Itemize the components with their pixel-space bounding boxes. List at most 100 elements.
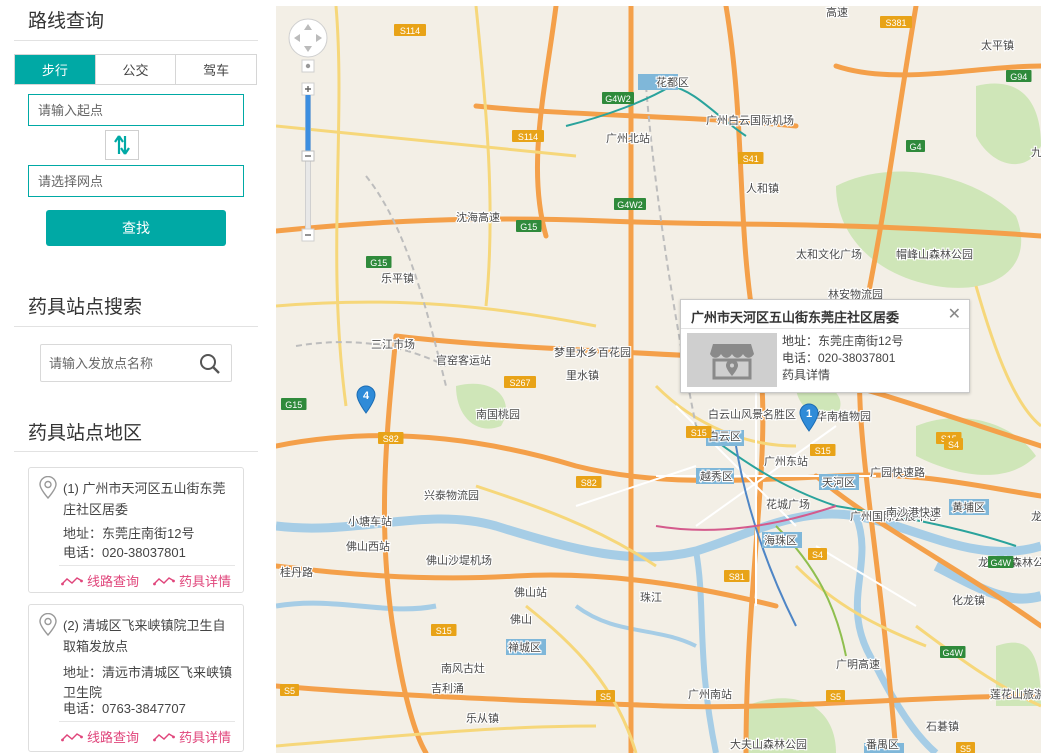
map-place-label: 南风古灶 [441,662,485,675]
highway-shield: G4 [906,140,925,152]
map-place-label: 龙 [1031,510,1041,523]
tab-drive[interactable]: 驾车 [176,55,256,84]
detail-link-label: 药具详情 [179,574,232,589]
map-place-label: 广州白云国际机场 [706,113,794,127]
storefront-icon [710,344,754,380]
svg-text:G15: G15 [370,258,387,268]
highway-shield: S82 [378,432,404,444]
end-input[interactable] [28,165,244,197]
divider [14,40,258,41]
highway-shield: G4W2 [614,198,646,210]
map-place-label: 石碁镇 [926,719,959,733]
map-place-label: 化龙镇 [952,593,985,607]
highway-shield: S267 [504,376,536,388]
divider [14,326,258,327]
map-place-label: 高速 [826,6,848,19]
highway-shield: S5 [280,684,299,696]
detail-link[interactable]: 药具详情 [153,727,231,746]
svg-text:S5: S5 [830,692,841,702]
map-place-label: 花城广场 [766,497,810,511]
svg-text:S15: S15 [691,428,707,438]
map-place-label: 白云区 [708,429,741,443]
route-icon [61,732,83,741]
station-card[interactable]: (2) 清城区飞来峡镇院卫生自取箱发放点 地址：清远市清城区飞来峡镇卫生院 电话… [28,604,244,752]
search-icon[interactable] [199,353,221,375]
svg-text:G4W2: G4W2 [605,94,631,104]
route-icon [153,732,175,741]
map-place-label: 珠江 [640,590,662,604]
svg-text:S381: S381 [885,18,906,28]
map-place-label: 桂丹路 [280,565,313,579]
map-place-label: 三江市场 [371,337,415,351]
station-card-address: 地址：东莞庄南街12号 [63,526,195,541]
start-input[interactable] [28,94,244,126]
map-place-label: 佛山沙堤机场 [426,553,492,567]
map-place-label: 佛山站 [514,585,547,599]
route-query-link[interactable]: 线路查询 [61,571,139,590]
location-pin-icon [39,613,57,637]
svg-text:G15: G15 [520,222,537,232]
highway-shield: S5 [826,690,845,702]
find-button[interactable]: 查找 [46,210,226,246]
station-search-title: 药具站点搜索 [28,297,143,318]
station-image [687,333,777,387]
highway-shield: S4 [808,548,827,560]
zoom-control [288,18,328,253]
highway-shield: G4W [940,646,966,658]
svg-text:S4: S4 [948,440,959,450]
station-card-links: 线路查询 药具详情 [61,727,231,746]
svg-text:S41: S41 [743,154,759,164]
map-place-label: 莲花山旅游区 [990,687,1041,701]
highway-shield: S15 [810,444,836,456]
popup-title: 广州市天河区五山街东莞庄社区居委 [691,310,900,325]
tab-bus[interactable]: 公交 [96,55,177,84]
popup-info: 地址：东莞庄南街12号 电话：020-38037801 药具详情 [782,333,903,384]
svg-text:G15: G15 [285,400,302,410]
station-card-title: (1) 广州市天河区五山街东莞庄社区居委 [63,481,226,517]
detail-link[interactable]: 药具详情 [153,571,231,590]
map-place-label: 佛山西站 [346,539,390,553]
map-place-label: 乐从镇 [466,711,499,725]
station-search-input[interactable] [41,345,207,381]
svg-text:S15: S15 [436,626,452,636]
highway-shield: G15 [281,398,307,410]
svg-text:S5: S5 [600,692,611,702]
highway-shield: S114 [512,130,544,142]
map-place-label: 吉利涌 [431,682,464,695]
svg-text:G4: G4 [909,142,921,152]
close-icon[interactable]: ✕ [948,304,961,324]
highway-shield: S381 [880,16,912,28]
station-card-title: (2) 清城区飞来峡镇院卫生自取箱发放点 [63,618,226,654]
route-query-link[interactable]: 线路查询 [61,727,139,746]
station-card-phone: 电话：0763-3847707 [63,701,186,716]
svg-text:G4W2: G4W2 [617,200,643,210]
divider [59,721,235,722]
swap-button[interactable] [105,130,139,160]
svg-text:S5: S5 [284,686,295,696]
station-search-box [40,344,232,382]
map-marker-1[interactable]: 1 [798,402,820,432]
popup-detail-link[interactable]: 药具详情 [782,367,903,384]
svg-text:G4W: G4W [990,558,1011,568]
map-place-label: 小塘车站 [348,514,392,528]
tab-walk[interactable]: 步行 [15,55,96,84]
map-marker-4[interactable]: 4 [355,384,377,414]
svg-text:S81: S81 [729,572,745,582]
location-pin-icon [39,476,57,500]
map-place-label: 天河区 [822,476,855,489]
station-region-title: 药具站点地区 [28,423,143,444]
svg-text:S5: S5 [960,744,971,753]
station-card-phone: 电话：020-38037801 [63,545,186,560]
highway-shield: S15 [686,426,712,438]
map-place-label: 乐平镇 [381,271,414,285]
map-marker-label: 4 [363,390,370,402]
svg-text:S114: S114 [518,132,538,142]
map-place-label: 海珠区 [764,533,797,547]
map-place-label: 太和文化广场 [796,247,862,261]
map-place-label: 兴泰物流园 [424,488,479,502]
swap-arrows-icon [114,135,130,155]
route-query-link-label: 线路查询 [87,730,140,745]
station-card[interactable]: (1) 广州市天河区五山街东莞庄社区居委 地址：东莞庄南街12号 电话：020-… [28,467,244,593]
divider [59,565,235,566]
highway-shield: S5 [956,742,975,753]
